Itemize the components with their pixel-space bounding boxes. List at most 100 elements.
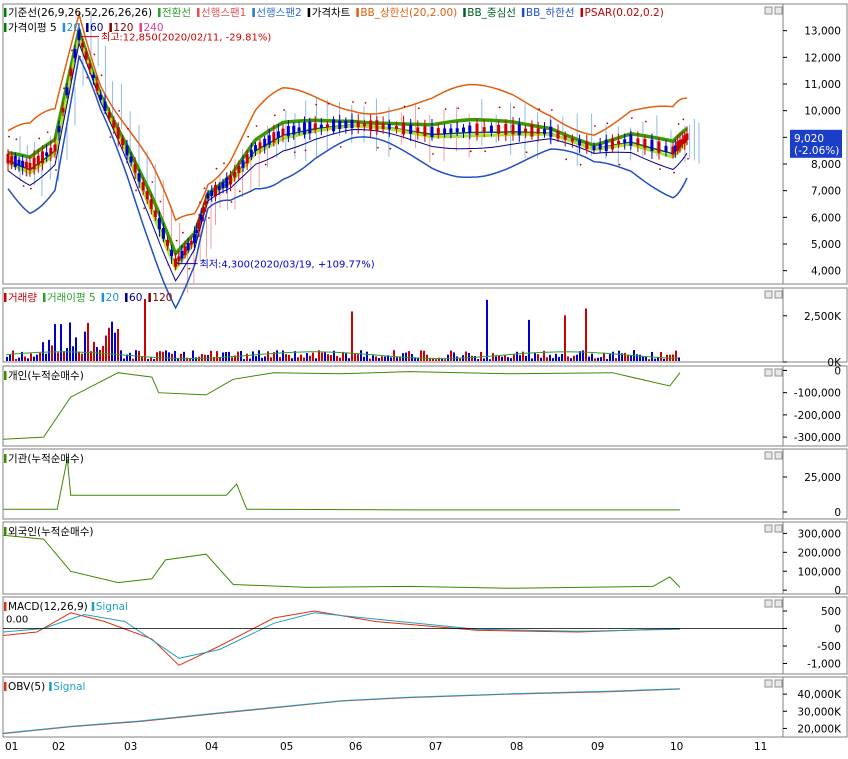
- volume-bar: [84, 331, 86, 361]
- maximize-icon[interactable]: [774, 599, 783, 608]
- candle-body: [286, 126, 290, 137]
- candle-body: [61, 108, 65, 113]
- minimize-icon[interactable]: [764, 599, 773, 608]
- candle-body: [350, 119, 354, 129]
- candle-body: [302, 122, 306, 135]
- candle-body: [610, 138, 614, 150]
- volume-bar: [270, 357, 272, 361]
- maximize-icon[interactable]: [774, 368, 783, 377]
- psar-dot: [618, 163, 621, 166]
- candle-body: [387, 124, 391, 130]
- macd-signal-label: Signal: [96, 601, 128, 613]
- psar-dot: [457, 107, 460, 110]
- legend-label: BB_하한선: [526, 6, 575, 19]
- y-axis-frame: [782, 287, 848, 363]
- psar-dot: [71, 49, 73, 52]
- legend-marker: [197, 8, 200, 17]
- x-tick-label: 03: [124, 741, 137, 753]
- candle-body: [272, 132, 276, 143]
- volume-bar: [255, 356, 257, 361]
- candle-body: [263, 138, 267, 147]
- x-tick-label: 10: [670, 741, 683, 753]
- volume-bar: [261, 357, 263, 361]
- candle-body: [430, 126, 434, 138]
- y-tick-label: 2,500K: [804, 311, 842, 323]
- volume-bar: [354, 353, 356, 361]
- volume-bar: [612, 351, 614, 361]
- minimize-icon[interactable]: [764, 524, 773, 533]
- y-tick-label: 20,000K: [797, 723, 842, 735]
- volume-bar: [483, 358, 485, 361]
- minimize-icon[interactable]: [764, 451, 773, 460]
- candle-body: [549, 126, 553, 138]
- candle-body: [409, 124, 413, 135]
- y-tick-label: -500: [817, 641, 841, 653]
- maximize-icon[interactable]: [774, 679, 783, 688]
- candle-body: [570, 138, 574, 142]
- candle-body: [99, 94, 103, 100]
- psar-dot: [682, 118, 685, 121]
- volume-bar: [276, 350, 278, 361]
- candle-body: [166, 240, 169, 247]
- psar-dot: [208, 217, 210, 219]
- maximize-icon[interactable]: [774, 524, 783, 533]
- psar-dot: [364, 101, 367, 104]
- volume-bar: [201, 354, 203, 361]
- volume-bar: [390, 357, 392, 361]
- candle-body: [197, 219, 201, 230]
- candle-body: [468, 125, 472, 134]
- psar-dot: [498, 106, 501, 109]
- y-tick-label: 200,000: [798, 547, 841, 559]
- maximize-icon[interactable]: [774, 290, 783, 299]
- candle-body: [332, 119, 336, 132]
- y-tick-label: 12,000: [804, 52, 841, 64]
- candle-body: [249, 149, 253, 157]
- minimize-icon[interactable]: [764, 6, 773, 15]
- legend-marker: [4, 527, 7, 536]
- volume-bar: [282, 350, 284, 361]
- volume-bar: [348, 358, 350, 361]
- legend-label: 거래이평 5: [47, 292, 96, 304]
- psar-dot: [594, 125, 596, 127]
- legend-marker: [4, 8, 7, 17]
- volume-bar: [183, 351, 185, 361]
- psar-dot: [127, 127, 129, 130]
- candle-body: [13, 155, 17, 167]
- maximize-icon[interactable]: [774, 6, 783, 15]
- candle-body: [556, 130, 560, 139]
- y-tick-label: 500: [821, 606, 841, 618]
- candle-body: [462, 127, 465, 133]
- candle-body: [84, 51, 88, 60]
- candle-body: [116, 127, 120, 139]
- psar-dot: [264, 163, 267, 166]
- maximize-icon[interactable]: [774, 451, 783, 460]
- legend-marker: [356, 8, 359, 17]
- psar-dot: [659, 168, 661, 171]
- volume-bar: [498, 355, 500, 361]
- minimize-icon[interactable]: [764, 679, 773, 688]
- candle-body: [276, 131, 280, 138]
- volume-bar: [51, 345, 53, 361]
- obv-signal-label: Signal: [53, 681, 85, 693]
- volume-bar: [12, 350, 14, 361]
- legend-label: 가격차트: [312, 6, 351, 19]
- candle-body: [49, 147, 53, 155]
- candle-body: [604, 139, 608, 152]
- minimize-icon[interactable]: [764, 368, 773, 377]
- volume-bar: [168, 352, 170, 361]
- psar-dot: [223, 162, 225, 165]
- candle-body: [267, 135, 271, 145]
- volume-bar: [60, 324, 62, 361]
- candle-body: [543, 129, 546, 135]
- candle-body: [436, 128, 440, 136]
- volume-bar: [549, 354, 551, 361]
- volume-bar: [93, 341, 95, 361]
- volume-bar: [513, 354, 515, 361]
- minimize-icon[interactable]: [764, 290, 773, 299]
- volume-bar: [300, 354, 302, 361]
- candle-body: [177, 256, 181, 261]
- candle-body: [455, 128, 459, 133]
- legend-label: 전환선: [162, 7, 191, 19]
- candle-body: [297, 127, 301, 132]
- legend-label: 120: [152, 292, 172, 304]
